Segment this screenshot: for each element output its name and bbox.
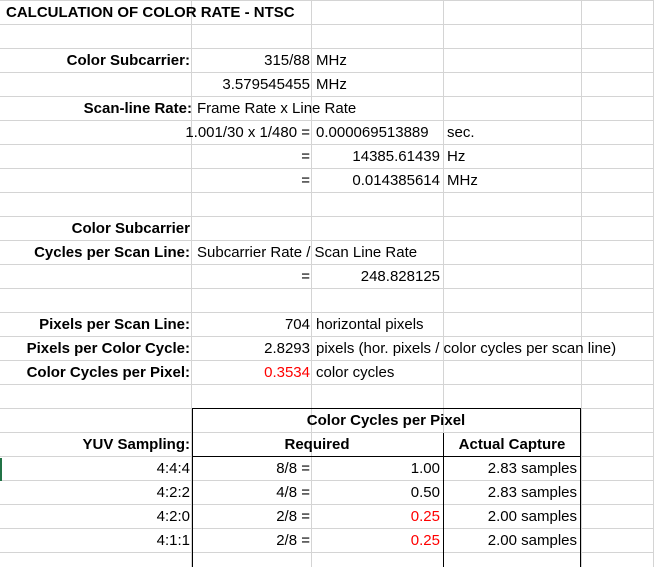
row-selection-marker	[0, 458, 2, 481]
column-gridline	[311, 0, 312, 567]
cycles-per-scan-line-label-1[interactable]: Color Subcarrier	[0, 217, 190, 241]
pixels-per-scan-line-value[interactable]: 704	[192, 313, 310, 337]
table-border	[443, 433, 444, 567]
color-subcarrier-fraction[interactable]: 315/88	[192, 49, 310, 73]
scan-line-rate-hz-unit[interactable]: Hz	[447, 145, 507, 169]
spreadsheet[interactable]: CALCULATION OF COLOR RATE - NTSC Color S…	[0, 0, 654, 567]
yuv-actual-capture-cell[interactable]: 2.83 samples	[444, 481, 577, 505]
scan-line-rate-mhz-equals[interactable]: =	[280, 169, 310, 193]
cycles-per-scan-line-value[interactable]: 248.828125	[316, 265, 440, 289]
yuv-required-value-cell[interactable]: 0.25	[316, 529, 440, 553]
color-subcarrier-label[interactable]: Color Subcarrier:	[0, 49, 190, 73]
pixels-per-scan-line-label[interactable]: Pixels per Scan Line:	[0, 313, 190, 337]
color-subcarrier-fraction-unit[interactable]: MHz	[316, 49, 396, 73]
yuv-fraction-cell[interactable]: 4/8 =	[192, 481, 310, 505]
color-subcarrier-decimal-unit[interactable]: MHz	[316, 73, 396, 97]
table-border	[192, 408, 581, 409]
scan-line-rate-hz-equals[interactable]: =	[280, 145, 310, 169]
scan-line-rate-formula[interactable]: Frame Rate x Line Rate	[197, 97, 457, 121]
pixels-per-color-cycle-value[interactable]: 2.8293	[192, 337, 310, 361]
pixels-per-scan-line-unit[interactable]: horizontal pixels	[316, 313, 516, 337]
yuv-required-header[interactable]: Required	[192, 433, 442, 457]
scan-line-rate-seconds-unit[interactable]: sec.	[447, 121, 507, 145]
scan-line-rate-expression[interactable]: 1.001/30 x 1/480 =	[100, 121, 310, 145]
yuv-sampling-cell[interactable]: 4:4:4	[0, 457, 190, 481]
yuv-actual-header[interactable]: Actual Capture	[444, 433, 580, 457]
pixels-per-color-cycle-unit[interactable]: pixels (hor. pixels / color cycles per s…	[316, 337, 652, 361]
yuv-actual-capture-cell[interactable]: 2.83 samples	[444, 457, 577, 481]
sheet-title[interactable]: CALCULATION OF COLOR RATE - NTSC	[6, 1, 326, 25]
yuv-sampling-cell[interactable]: 4:2:2	[0, 481, 190, 505]
column-gridline	[581, 0, 582, 567]
yuv-fraction-cell[interactable]: 8/8 =	[192, 457, 310, 481]
yuv-fraction-cell[interactable]: 2/8 =	[192, 505, 310, 529]
yuv-actual-capture-cell[interactable]: 2.00 samples	[444, 529, 577, 553]
yuv-group-header[interactable]: Color Cycles per Pixel	[192, 409, 580, 433]
pixels-per-color-cycle-label[interactable]: Pixels per Color Cycle:	[0, 337, 190, 361]
yuv-required-value-cell[interactable]: 1.00	[316, 457, 440, 481]
cycles-per-scan-line-formula[interactable]: Subcarrier Rate / Scan Line Rate	[197, 241, 477, 265]
scan-line-rate-seconds[interactable]: 0.000069513889	[316, 121, 446, 145]
color-cycles-per-pixel-label[interactable]: Color Cycles per Pixel:	[0, 361, 190, 385]
color-subcarrier-decimal[interactable]: 3.579545455	[192, 73, 310, 97]
table-border	[580, 408, 581, 567]
cycles-per-scan-line-equals[interactable]: =	[280, 265, 310, 289]
yuv-actual-capture-cell[interactable]: 2.00 samples	[444, 505, 577, 529]
color-cycles-per-pixel-value[interactable]: 0.3534	[192, 361, 310, 385]
scan-line-rate-mhz-unit[interactable]: MHz	[447, 169, 507, 193]
table-border	[192, 456, 581, 457]
scan-line-rate-mhz[interactable]: 0.014385614	[316, 169, 440, 193]
yuv-fraction-cell[interactable]: 2/8 =	[192, 529, 310, 553]
yuv-sampling-cell[interactable]: 4:2:0	[0, 505, 190, 529]
table-border	[192, 408, 193, 567]
cycles-per-scan-line-label-2[interactable]: Cycles per Scan Line:	[0, 241, 190, 265]
yuv-sampling-cell[interactable]: 4:1:1	[0, 529, 190, 553]
yuv-required-value-cell[interactable]: 0.25	[316, 505, 440, 529]
yuv-required-value-cell[interactable]: 0.50	[316, 481, 440, 505]
scan-line-rate-hz[interactable]: 14385.61439	[316, 145, 440, 169]
scan-line-rate-label[interactable]: Scan-line Rate:	[0, 97, 192, 121]
yuv-sampling-label[interactable]: YUV Sampling:	[0, 433, 190, 457]
color-cycles-per-pixel-unit[interactable]: color cycles	[316, 361, 516, 385]
